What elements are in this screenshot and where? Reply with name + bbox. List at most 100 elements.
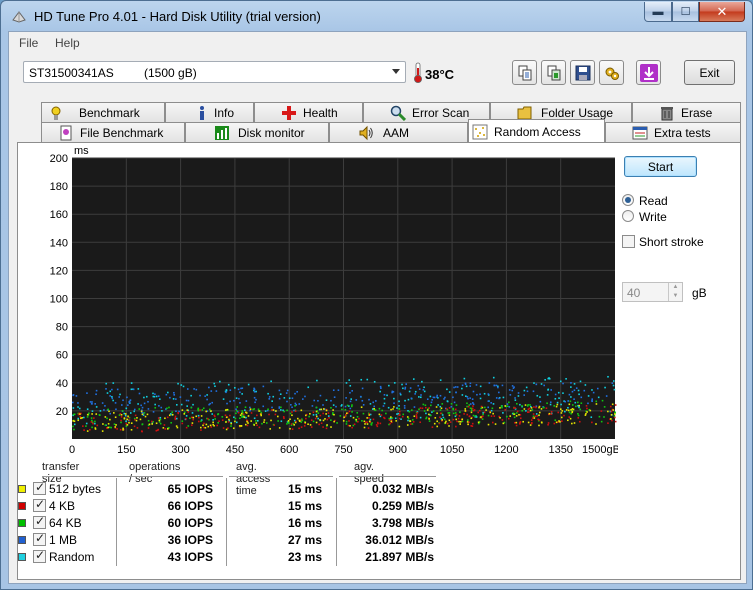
data-point bbox=[133, 410, 135, 413]
data-point bbox=[239, 414, 242, 416]
data-point bbox=[506, 403, 509, 405]
data-point bbox=[577, 414, 580, 417]
data-point bbox=[351, 411, 353, 413]
data-point bbox=[501, 419, 504, 421]
data-point bbox=[436, 394, 439, 397]
series-checkbox[interactable] bbox=[33, 531, 46, 546]
title-bar[interactable]: HD Tune Pro 4.01 - Hard Disk Utility (tr… bbox=[1, 1, 752, 31]
series-checkbox[interactable] bbox=[33, 514, 46, 529]
tab-aam[interactable]: AAM bbox=[329, 122, 468, 142]
data-point bbox=[197, 408, 200, 410]
close-button[interactable]: ✕ bbox=[699, 2, 745, 22]
data-point bbox=[247, 383, 250, 386]
data-point bbox=[578, 406, 580, 409]
data-point bbox=[353, 423, 356, 426]
write-radio[interactable] bbox=[622, 210, 634, 222]
data-point bbox=[560, 412, 563, 414]
maximize-button[interactable]: ☐ bbox=[672, 2, 699, 22]
data-point bbox=[490, 415, 493, 417]
drive-select[interactable]: ST31500341AS (1500 gB) bbox=[23, 61, 406, 83]
data-point bbox=[135, 419, 138, 422]
data-point bbox=[549, 403, 552, 406]
data-point bbox=[166, 428, 169, 430]
data-point bbox=[612, 409, 615, 411]
data-point bbox=[459, 411, 461, 413]
data-point bbox=[553, 405, 556, 407]
data-point bbox=[568, 411, 571, 414]
stepper-up-icon[interactable]: ▲ bbox=[668, 283, 682, 292]
data-point bbox=[459, 421, 462, 423]
data-point bbox=[317, 412, 320, 414]
data-point bbox=[471, 425, 474, 427]
data-point bbox=[166, 416, 169, 419]
minimize-button[interactable]: ▬ bbox=[644, 2, 672, 22]
exit-button[interactable]: Exit bbox=[684, 60, 735, 85]
tab-benchmark[interactable]: Benchmark bbox=[41, 102, 165, 122]
data-point bbox=[189, 417, 191, 420]
short-stroke-stepper[interactable]: 40 ▲ ▼ bbox=[622, 282, 683, 302]
data-point bbox=[499, 416, 501, 419]
data-point bbox=[561, 420, 563, 422]
data-point bbox=[202, 407, 205, 410]
data-point bbox=[448, 425, 450, 427]
data-point bbox=[516, 412, 518, 414]
data-point bbox=[571, 422, 573, 425]
series-checkbox[interactable] bbox=[33, 497, 46, 512]
start-button[interactable]: Start bbox=[624, 156, 697, 177]
data-point bbox=[165, 393, 168, 396]
data-point bbox=[141, 406, 144, 409]
short-stroke-checkbox[interactable] bbox=[622, 235, 635, 248]
data-point bbox=[469, 397, 471, 399]
series-color-swatch bbox=[18, 519, 26, 527]
tab-erase[interactable]: Erase bbox=[632, 102, 741, 122]
data-point bbox=[614, 404, 617, 406]
data-point bbox=[294, 392, 296, 395]
data-point bbox=[425, 406, 427, 409]
data-point bbox=[498, 391, 500, 394]
data-point bbox=[303, 425, 306, 427]
data-point bbox=[235, 408, 237, 411]
data-point bbox=[308, 415, 310, 418]
tab-random-access[interactable]: Random Access bbox=[468, 119, 605, 142]
data-point bbox=[271, 406, 273, 409]
data-point bbox=[414, 393, 416, 395]
tab-extra-tests[interactable]: Extra tests bbox=[605, 122, 741, 142]
read-radio[interactable] bbox=[622, 194, 634, 206]
data-point bbox=[408, 390, 411, 393]
data-point bbox=[270, 380, 272, 383]
series-checkbox[interactable] bbox=[33, 480, 46, 495]
data-point bbox=[464, 382, 467, 385]
data-point bbox=[403, 407, 406, 409]
data-point bbox=[115, 408, 117, 411]
data-point bbox=[168, 414, 171, 417]
data-point bbox=[151, 423, 153, 425]
series-checkbox[interactable] bbox=[33, 548, 46, 563]
data-point bbox=[570, 386, 572, 388]
download-button[interactable] bbox=[636, 60, 661, 85]
menu-help[interactable]: Help bbox=[55, 36, 80, 50]
save-button[interactable] bbox=[570, 60, 595, 85]
data-point bbox=[192, 418, 195, 421]
data-point bbox=[195, 415, 198, 418]
tab-disk-monitor[interactable]: Disk monitor bbox=[185, 122, 329, 142]
data-point bbox=[448, 391, 451, 393]
options-button[interactable] bbox=[599, 60, 624, 85]
data-point bbox=[412, 421, 415, 423]
data-point bbox=[545, 407, 548, 410]
data-point bbox=[609, 418, 612, 420]
data-point bbox=[515, 421, 518, 424]
data-point bbox=[538, 405, 541, 408]
tab-health[interactable]: Health bbox=[254, 102, 363, 122]
tab-info[interactable]: Info bbox=[165, 102, 254, 122]
data-point bbox=[140, 404, 142, 407]
copy-text-button[interactable] bbox=[512, 60, 537, 85]
data-point bbox=[141, 430, 143, 432]
copy-screenshot-button[interactable] bbox=[541, 60, 566, 85]
tab-file-benchmark[interactable]: File Benchmark bbox=[41, 122, 185, 142]
data-point bbox=[467, 397, 469, 400]
menu-file[interactable]: File bbox=[19, 36, 38, 50]
data-point bbox=[470, 417, 473, 420]
data-point bbox=[396, 413, 398, 415]
data-point bbox=[419, 396, 422, 399]
stepper-down-icon[interactable]: ▼ bbox=[668, 292, 682, 301]
